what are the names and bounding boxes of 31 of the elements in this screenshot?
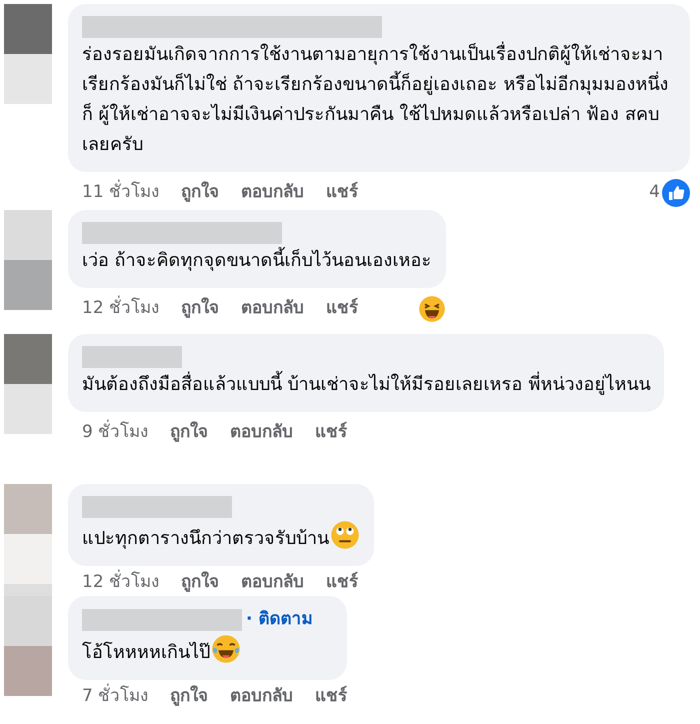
comment-action-link[interactable]: ถูกใจ bbox=[170, 684, 208, 710]
follow-link[interactable]: · ติดตาม bbox=[246, 604, 312, 634]
comment-text: แปะทุกตารางนึกว่าตรวจรับบ้าน bbox=[82, 520, 360, 554]
comment-action-link[interactable]: ตอบกลับ bbox=[230, 420, 294, 446]
comment-time: 9 ชั่วโมง bbox=[82, 420, 148, 446]
comment-text: ร่องรอยมันเกิดจากการใช้งานตามอายุการใช้งานเป็นเรื่องปกติผู้ให้เช่าจะมาเรียกร้องมันก็ไม่ใช่ ถ้าจะเรียกร้องขนาดนี้ก็อยู่เองเถอะ หรือไม่อีกมุมมองหนึ่งก็ ผู้ให้เช่าอาจจะไม่มีเงินค่าประกันมาคืน ใช้ไปหมดแล้วหรือเปล่า ฟ้อง สคบ เลยครับ bbox=[82, 40, 676, 160]
comment-text: เว่อ ถ้าจะคิดทุกจุดขนาดนี้เก็บไว้นอนเองเหอะ bbox=[82, 246, 432, 276]
comment-action-link[interactable]: ตอบกลับ bbox=[241, 570, 304, 596]
comment-action-link[interactable]: แชร์ bbox=[326, 296, 358, 322]
comment-action-link[interactable]: ถูกใจ bbox=[181, 180, 220, 206]
comment-action-link[interactable]: ถูกใจ bbox=[181, 296, 220, 322]
comment-time: 12 ชั่วโมง bbox=[82, 296, 160, 322]
comment-action-link[interactable]: ตอบกลับ bbox=[241, 296, 304, 322]
comment-action-link[interactable]: แชร์ bbox=[326, 570, 358, 596]
comment-action-link[interactable]: ถูกใจ bbox=[181, 570, 220, 596]
comment-text: โอ้โหหหหเกินไป๊ bbox=[82, 634, 334, 668]
reaction-count: 4 bbox=[649, 181, 660, 204]
comment-action-link[interactable]: แชร์ bbox=[315, 420, 348, 446]
comment-time: 7 ชั่วโมง bbox=[82, 684, 148, 710]
comment-action-link[interactable]: แชร์ bbox=[315, 684, 348, 710]
comment-action-link[interactable]: แชร์ bbox=[326, 180, 358, 206]
thumbs-up-reaction-icon bbox=[662, 179, 690, 207]
comment-time: 12 ชั่วโมง bbox=[82, 570, 160, 596]
comment-text: มันต้องถึงมือสื่อแล้วแบบนี้ บ้านเช่าจะไม่ให้มีรอยเลยเหรอ พี่หน่วงอยู่ไหนน bbox=[82, 370, 650, 400]
tears-of-joy-emoji-icon bbox=[211, 634, 241, 664]
comment-action-link[interactable]: ตอบกลับ bbox=[241, 180, 304, 206]
laughing-reaction-icon bbox=[418, 295, 446, 323]
comment-time: 11 ชั่วโมง bbox=[82, 180, 160, 206]
comment-action-link[interactable]: ถูกใจ bbox=[170, 420, 208, 446]
comment-action-link[interactable]: ตอบกลับ bbox=[230, 684, 294, 710]
rolling-eyes-emoji-icon bbox=[330, 520, 360, 550]
